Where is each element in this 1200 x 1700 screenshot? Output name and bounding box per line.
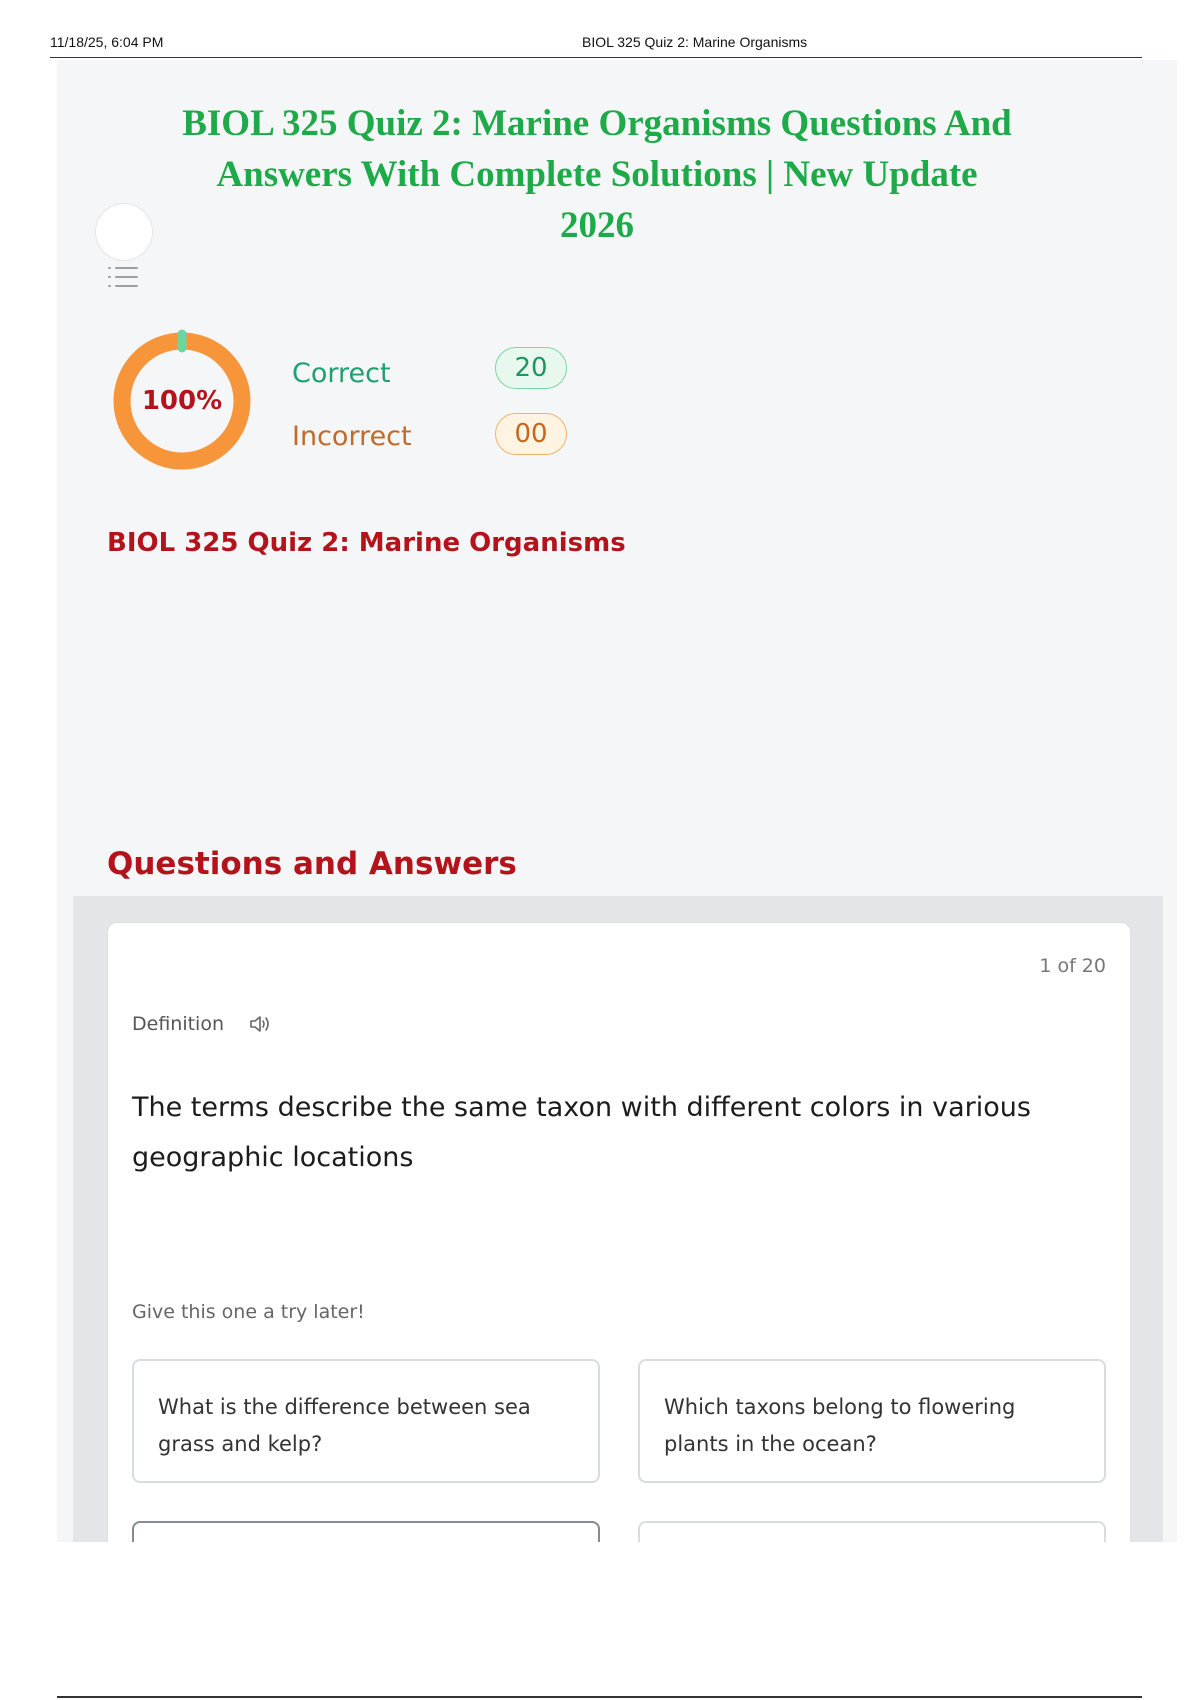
answer-option-1[interactable]: What is the difference between sea grass… bbox=[132, 1359, 600, 1483]
page-bottom-rule bbox=[57, 1696, 1142, 1698]
incorrect-count-badge: 00 bbox=[495, 413, 567, 455]
print-datetime: 11/18/25, 6:04 PM bbox=[50, 34, 164, 50]
correct-label: Correct bbox=[292, 358, 391, 389]
list-icon[interactable] bbox=[107, 264, 141, 292]
definition-text: The terms describe the same taxon with d… bbox=[132, 1092, 1031, 1173]
qa-heading: Questions and Answers bbox=[107, 846, 517, 882]
page-content: BIOL 325 Quiz 2: Marine Organisms Questi… bbox=[57, 60, 1177, 1542]
document-title-line-2: Answers With Complete Solutions | New Up… bbox=[216, 154, 978, 195]
avatar[interactable] bbox=[95, 203, 153, 261]
answer-option-4[interactable] bbox=[638, 1521, 1106, 1542]
answer-option-3[interactable] bbox=[132, 1521, 600, 1542]
document-title-line-1: BIOL 325 Quiz 2: Marine Organisms Questi… bbox=[182, 103, 1012, 144]
speaker-icon[interactable] bbox=[248, 1013, 272, 1035]
answer-option-2[interactable]: Which taxons belong to flowering plants … bbox=[638, 1359, 1106, 1483]
correct-count-badge: 20 bbox=[495, 347, 567, 389]
print-page-title: BIOL 325 Quiz 2: Marine Organisms bbox=[582, 34, 808, 50]
card-type-label: Definition bbox=[132, 1013, 225, 1035]
card-counter: 1 of 20 bbox=[1039, 955, 1106, 977]
try-later-hint[interactable]: Give this one a try later! bbox=[132, 1301, 365, 1323]
flashcard-panel: 1 of 20 Definition The terms describe th… bbox=[73, 896, 1163, 1542]
score-percent: 100% bbox=[141, 386, 223, 416]
print-header: 11/18/25, 6:04 PM BIOL 325 Quiz 2: Marin… bbox=[50, 34, 1142, 58]
document-title-line-3: 2026 bbox=[560, 205, 634, 246]
incorrect-label: Incorrect bbox=[292, 421, 412, 452]
flashcard: 1 of 20 Definition The terms describe th… bbox=[107, 922, 1131, 1542]
quiz-subtitle: BIOL 325 Quiz 2: Marine Organisms bbox=[107, 528, 626, 558]
document-title: BIOL 325 Quiz 2: Marine Organisms Questi… bbox=[97, 98, 1097, 251]
